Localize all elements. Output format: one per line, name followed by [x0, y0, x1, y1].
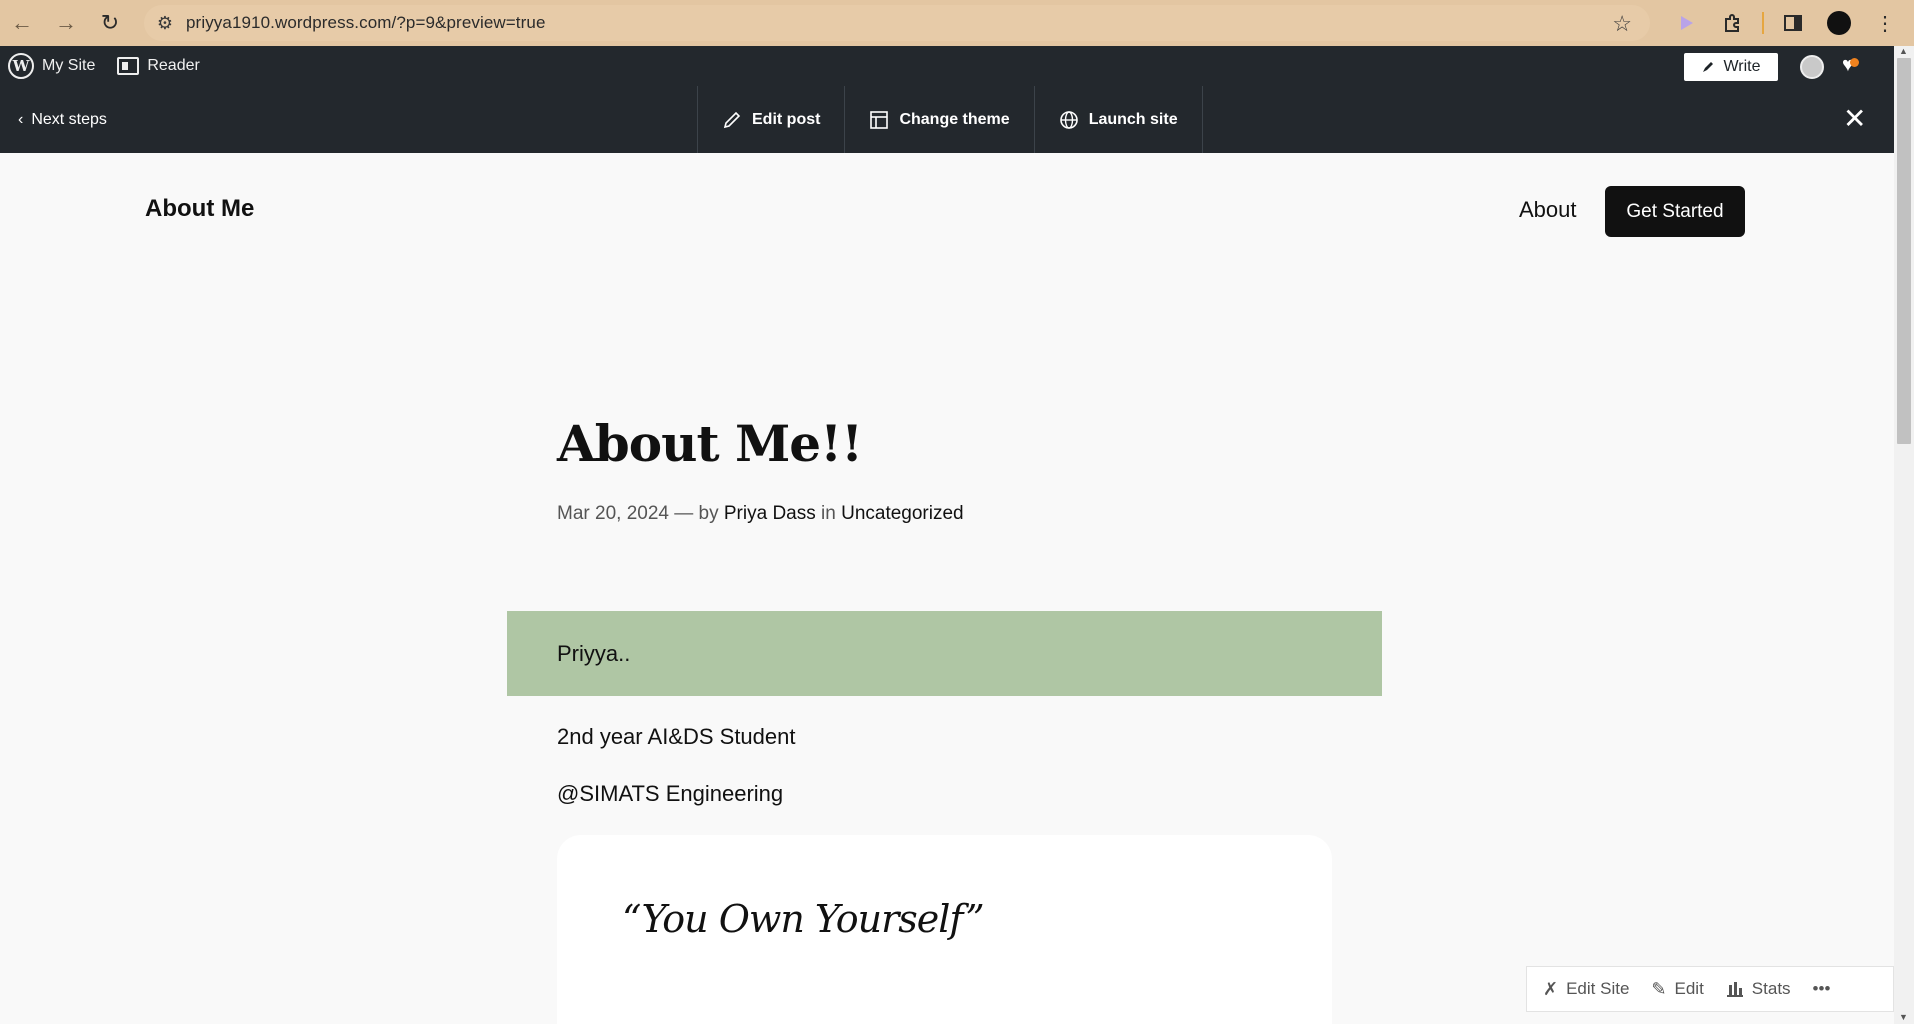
- meta-in: in: [815, 503, 842, 524]
- highlight-paragraph: Priyya..: [507, 611, 1382, 696]
- paragraph: 2nd year AI&DS Student: [557, 724, 796, 749]
- tools-icon: ✗: [1543, 978, 1559, 999]
- browser-actions: ⋮: [1664, 0, 1908, 46]
- next-steps-label: Next steps: [31, 110, 107, 128]
- edit-post-label: Edit post: [752, 110, 821, 128]
- scroll-down-icon[interactable]: ▼: [1899, 1012, 1908, 1022]
- site-info-icon[interactable]: ⚙: [144, 13, 186, 34]
- my-site-link[interactable]: W My Site: [0, 46, 103, 86]
- post-category[interactable]: Uncategorized: [841, 503, 964, 524]
- globe-icon: [1059, 110, 1078, 129]
- launch-site-label: Launch site: [1088, 110, 1178, 128]
- puzzle-icon[interactable]: [1710, 0, 1756, 46]
- more-options-icon[interactable]: •••: [1813, 979, 1831, 999]
- reload-icon[interactable]: ↻: [88, 0, 132, 46]
- pencil-icon: ✎: [1651, 978, 1667, 999]
- post-meta: Mar 20, 2024 — by Priya Dass in Uncatego…: [557, 503, 964, 525]
- preview-toolbar: ‹ Next steps Edit post Change theme Laun…: [0, 86, 1894, 153]
- url-text[interactable]: priyya1910.wordpress.com/?p=9&preview=tr…: [186, 13, 546, 33]
- my-site-label: My Site: [42, 57, 96, 74]
- site-title[interactable]: About Me: [145, 195, 254, 223]
- floating-admin-actions: ✗ Edit Site ✎ Edit Stats •••: [1526, 966, 1894, 1012]
- edit-button[interactable]: ✎ Edit: [1651, 979, 1703, 1000]
- scroll-up-icon[interactable]: ▲: [1899, 46, 1908, 56]
- scroll-thumb[interactable]: [1897, 58, 1911, 444]
- menu-icon[interactable]: ⋮: [1862, 0, 1908, 46]
- stats-label: Stats: [1751, 979, 1791, 998]
- preview-actions: Edit post Change theme Launch site: [697, 86, 1203, 153]
- edit-site-label: Edit Site: [1566, 979, 1630, 998]
- side-panel-icon[interactable]: [1770, 0, 1816, 46]
- avatar[interactable]: [1800, 55, 1824, 79]
- paragraph: @SIMATS Engineering: [557, 781, 784, 806]
- wp-admin-bar: W My Site Reader Write ♥: [0, 46, 1894, 86]
- pencil-icon: [723, 111, 741, 128]
- close-icon[interactable]: ✕: [1843, 102, 1866, 135]
- wordpress-logo-icon: W: [8, 53, 34, 79]
- layout-icon: [870, 110, 889, 129]
- change-theme-button[interactable]: Change theme: [845, 86, 1035, 153]
- toolbar-divider: [1762, 12, 1764, 34]
- edit-site-button[interactable]: ✗ Edit Site: [1543, 979, 1629, 1000]
- meta-by: — by: [668, 503, 724, 524]
- back-icon[interactable]: ←: [0, 0, 44, 46]
- address-bar[interactable]: ⚙ priyya1910.wordpress.com/?p=9&preview=…: [144, 5, 1650, 41]
- post-author[interactable]: Priya Dass: [724, 503, 816, 524]
- get-started-button[interactable]: Get Started: [1605, 186, 1745, 237]
- browser-toolbar: ← → ↻ ⚙ priyya1910.wordpress.com/?p=9&pr…: [0, 0, 1914, 46]
- nav-link-about[interactable]: About: [1519, 197, 1577, 223]
- edit-post-button[interactable]: Edit post: [698, 86, 846, 153]
- profile-icon[interactable]: [1816, 0, 1862, 46]
- forward-icon[interactable]: →: [44, 0, 88, 46]
- reader-icon: [117, 57, 140, 75]
- reader-link[interactable]: Reader: [109, 46, 207, 86]
- next-steps-link[interactable]: ‹ Next steps: [18, 86, 107, 153]
- scrollbar[interactable]: ▲ ▼: [1894, 46, 1914, 1024]
- reader-label: Reader: [147, 57, 200, 74]
- edit-label: Edit: [1674, 979, 1704, 998]
- write-label: Write: [1723, 58, 1761, 75]
- quote-text: “You Own Yourself”: [622, 897, 985, 941]
- extension-icon[interactable]: [1664, 0, 1710, 46]
- chevron-left-icon: ‹: [18, 110, 24, 128]
- star-icon[interactable]: ☆: [1612, 11, 1632, 37]
- post-date[interactable]: Mar 20, 2024: [557, 503, 669, 524]
- change-theme-label: Change theme: [899, 110, 1010, 128]
- stats-icon: [1726, 982, 1743, 997]
- pen-icon: [1703, 62, 1714, 72]
- stats-button[interactable]: Stats: [1726, 979, 1791, 999]
- quote-card: “You Own Yourself”: [557, 835, 1332, 1024]
- write-button[interactable]: Write: [1684, 53, 1778, 81]
- post-title: About Me!!: [557, 414, 863, 473]
- notification-badge: [1850, 58, 1859, 67]
- launch-site-button[interactable]: Launch site: [1035, 86, 1203, 153]
